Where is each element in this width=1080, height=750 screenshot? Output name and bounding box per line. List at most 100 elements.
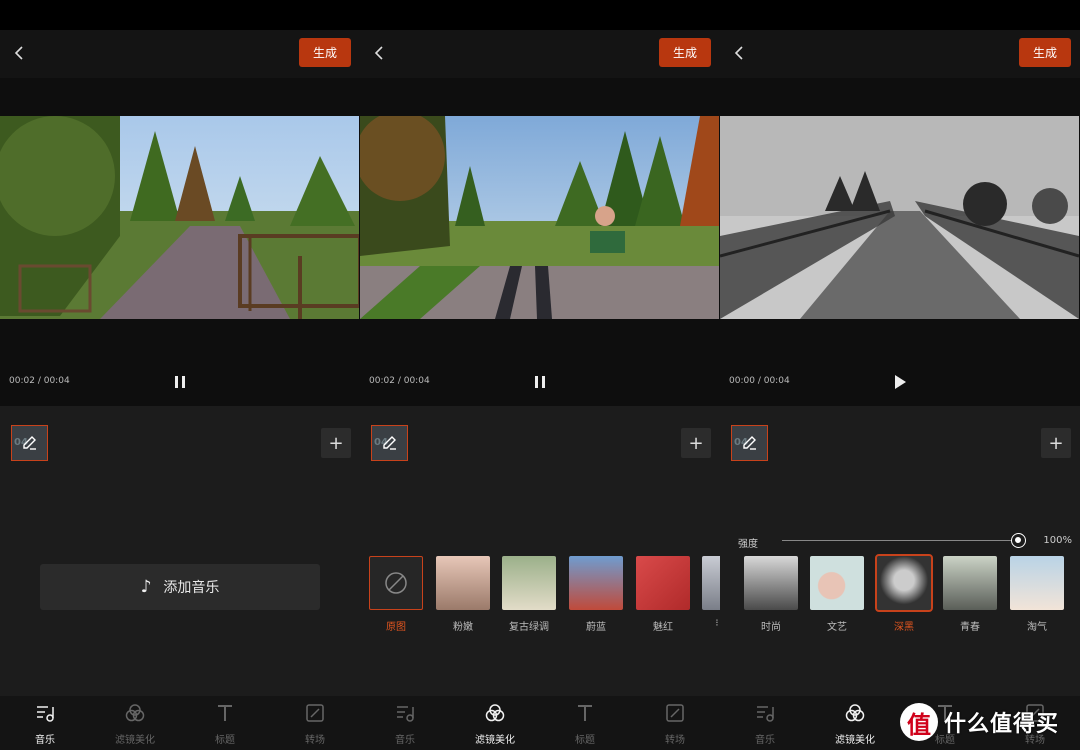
transition-tab-icon (666, 704, 684, 722)
filter-pink[interactable]: 粉嫩 (436, 556, 490, 633)
tab-music[interactable]: 音乐 (375, 702, 435, 746)
add-clip-button[interactable]: + (1041, 428, 1071, 458)
filter-label: 复古绿调 (509, 622, 549, 633)
filter-label: 蔚蓝 (586, 622, 606, 633)
filter-label: 原图 (386, 622, 406, 633)
music-tab-icon (397, 706, 414, 722)
filter-thumb (943, 556, 997, 610)
strength-label: 强度 (738, 539, 758, 550)
tab-filter[interactable]: 滤镜美化 (825, 702, 885, 746)
add-music-button[interactable]: ♪ 添加音乐 (40, 564, 320, 610)
filter-tab-icon (485, 704, 505, 722)
app-screenshots: 生成 00:02 / 00:04 04 + ♪ 添加音乐 音乐 滤镜美化 标题 … (0, 0, 1080, 750)
tab-label-filter: 滤镜美化 (115, 735, 155, 746)
tab-title[interactable]: 标题 (555, 702, 615, 746)
filter-label: 文艺 (827, 622, 847, 633)
playback-time: 00:00 / 00:04 (729, 376, 790, 386)
filter-label: 深黑 (894, 622, 914, 633)
top-bar: 生成 (0, 30, 360, 78)
play-button[interactable] (892, 374, 908, 390)
filter-label: 青春 (960, 622, 980, 633)
tab-title[interactable]: 标题 (195, 702, 255, 746)
clip-thumbnail[interactable]: 04 (731, 425, 768, 461)
back-button[interactable] (10, 42, 30, 64)
tab-label-transition: 转场 (305, 735, 325, 746)
tab-filter[interactable]: 滤镜美化 (465, 702, 525, 746)
tab-label-music: 音乐 (755, 735, 775, 746)
no-filter-icon (385, 572, 407, 594)
filter-thumb (436, 556, 490, 610)
filter-thumb (702, 556, 720, 610)
generate-button[interactable]: 生成 (659, 38, 711, 67)
generate-button[interactable]: 生成 (299, 38, 351, 67)
back-button[interactable] (730, 42, 750, 64)
filter-original[interactable]: 原图 (369, 556, 423, 633)
filter-deep-black[interactable]: 深黑 (875, 554, 933, 633)
total-time: 00:04 (403, 376, 430, 386)
pause-icon (175, 376, 185, 388)
video-preview[interactable] (360, 116, 719, 319)
filter-label: 时尚 (761, 622, 781, 633)
music-tab-icon (757, 706, 774, 722)
tab-filter[interactable]: 滤镜美化 (105, 702, 165, 746)
play-icon (895, 375, 906, 389)
current-time: 00:02 (369, 376, 395, 386)
preview-area: 00:02 / 00:04 (360, 78, 720, 406)
time-separator: / (757, 376, 761, 386)
tab-label-title: 标题 (575, 735, 595, 746)
tab-music[interactable]: 音乐 (15, 702, 75, 746)
filter-thumb (810, 556, 864, 610)
edit-pencil-icon (742, 436, 756, 450)
filter-partial[interactable]: ⁝ (702, 556, 720, 629)
edit-pencil-icon (22, 436, 36, 450)
add-clip-button[interactable]: + (321, 428, 351, 458)
add-clip-button[interactable]: + (681, 428, 711, 458)
pause-button[interactable] (172, 374, 188, 390)
filter-youth[interactable]: 青春 (943, 556, 997, 633)
bottom-workspace: 04 + 强度 100% 时尚 文艺 深黑 青春 淘气 (720, 406, 1080, 696)
filter-retro-green[interactable]: 复古绿调 (502, 556, 556, 633)
filter-azure[interactable]: 蔚蓝 (569, 556, 623, 633)
watermark: 值 什么值得买 (900, 700, 1059, 744)
time-separator: / (397, 376, 401, 386)
top-bar: 生成 (720, 30, 1080, 78)
clip-thumbnail[interactable]: 04 (11, 425, 48, 461)
music-note-icon: ♪ (140, 577, 152, 597)
tab-label-music: 音乐 (395, 735, 415, 746)
time-separator: / (37, 376, 41, 386)
strength-track[interactable] (782, 540, 1018, 541)
generate-button[interactable]: 生成 (1019, 38, 1071, 67)
tab-transition[interactable]: 转场 (645, 702, 705, 746)
pause-button[interactable] (532, 374, 548, 390)
watermark-logo: 值 (900, 703, 938, 741)
total-time: 00:04 (763, 376, 790, 386)
current-time: 00:02 (9, 376, 35, 386)
clip-thumbnail[interactable]: 04 (371, 425, 408, 461)
edit-pencil-icon (382, 436, 396, 450)
pause-icon (535, 376, 545, 388)
editor-panel-music: 生成 00:02 / 00:04 04 + ♪ 添加音乐 音乐 滤镜美化 标题 … (0, 0, 360, 750)
bottom-tab-bar: 音乐 滤镜美化 标题 转场 (0, 696, 360, 750)
bottom-workspace: 04 + 原图 粉嫩 复古绿调 蔚蓝 魅红 ⁝ (360, 406, 720, 696)
strength-knob[interactable] (1011, 533, 1026, 548)
plus-icon: + (1048, 432, 1064, 454)
video-preview[interactable] (720, 116, 1079, 319)
filter-literary[interactable]: 文艺 (810, 556, 864, 633)
strength-slider: 强度 100% (720, 530, 1080, 550)
filter-thumb (636, 556, 690, 610)
back-button[interactable] (370, 42, 390, 64)
filter-thumb (502, 556, 556, 610)
tab-transition[interactable]: 转场 (285, 702, 345, 746)
filter-charm-red[interactable]: 魅红 (636, 556, 690, 633)
filter-label: ⁝ (715, 618, 719, 629)
add-music-label: 添加音乐 (163, 580, 220, 596)
filter-naughty[interactable]: 淘气 (1010, 556, 1064, 633)
tab-music[interactable]: 音乐 (735, 702, 795, 746)
bottom-tab-bar: 音乐 滤镜美化 标题 转场 (360, 696, 720, 750)
filter-thumb (744, 556, 798, 610)
video-preview[interactable] (0, 116, 359, 319)
filter-fashion[interactable]: 时尚 (744, 556, 798, 633)
current-time: 00:00 (729, 376, 755, 386)
tab-label-transition: 转场 (665, 735, 685, 746)
tab-label-filter: 滤镜美化 (835, 735, 875, 746)
